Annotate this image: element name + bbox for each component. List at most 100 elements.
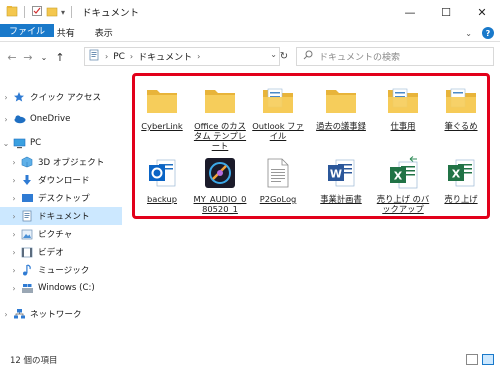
customize-toolbar-icon[interactable]: ▾ [61, 8, 65, 17]
file-item-backup[interactable]: backup [135, 155, 189, 204]
nav-item-downloads[interactable]: › ダウンロード [0, 171, 122, 189]
folder-icon [142, 82, 182, 118]
breadcrumb-documents[interactable]: ドキュメント [138, 50, 192, 63]
folder-window-icon [6, 5, 18, 20]
up-arrow-icon[interactable]: ↑ [52, 47, 68, 67]
file-name: Outlook ファイル [252, 121, 304, 141]
nav-item-music[interactable]: › ミュージック [0, 261, 122, 279]
expand-chevron-icon[interactable]: › [8, 284, 20, 293]
search-box[interactable]: ドキュメントの検索 [296, 47, 494, 66]
maximize-button[interactable]: ☐ [428, 0, 464, 24]
file-item-office-custom-templates[interactable]: Office のカスタム テンプレート [193, 82, 247, 151]
breadcrumb-separator-icon: › [105, 52, 109, 61]
file-item-cyberlink[interactable]: CyberLink [135, 82, 189, 131]
music-icon [20, 264, 34, 276]
file-name: backup [147, 194, 177, 204]
nav-item-label: OneDrive [30, 114, 71, 124]
nav-item-network[interactable]: › ネットワーク [0, 305, 122, 323]
nav-item-pictures[interactable]: › ピクチャ [0, 225, 122, 243]
outlook-file-icon [142, 155, 182, 191]
quick-access-toolbar: ▾ ドキュメント [0, 5, 139, 20]
video-icon [20, 246, 34, 258]
nav-item-label: PC [30, 138, 42, 148]
expand-chevron-icon[interactable]: › [8, 212, 20, 221]
nav-item-label: ビデオ [38, 248, 64, 258]
text-file-icon [258, 155, 298, 191]
star-icon [12, 91, 26, 103]
audio-app-icon [200, 155, 240, 191]
nav-item-label: ピクチャ [38, 230, 73, 240]
nav-item-label: ミュージック [38, 266, 90, 276]
nav-item-3d-objects[interactable]: › 3D オブジェクト [0, 153, 122, 171]
tab-file[interactable]: ファイル [0, 24, 54, 37]
documents-location-icon [89, 49, 100, 64]
properties-icon[interactable] [31, 5, 43, 20]
nav-item-windows-drive[interactable]: › Windows (C:) [0, 279, 122, 297]
file-name: Office のカスタム テンプレート [193, 121, 247, 151]
file-item-work[interactable]: 仕事用 [376, 82, 430, 131]
file-item-sales-backup[interactable]: X 売り上げ のバックアップ [376, 155, 430, 214]
expand-chevron-icon[interactable]: › [8, 266, 20, 275]
svg-text:X: X [394, 170, 403, 183]
file-item-business-plan[interactable]: W 事業計画書 [314, 155, 368, 204]
breadcrumb-pc[interactable]: PC [113, 52, 125, 62]
back-arrow-icon[interactable]: ← [4, 47, 20, 67]
new-folder-icon[interactable] [46, 5, 58, 20]
nav-item-quick-access[interactable]: › クイック アクセス [0, 88, 122, 106]
download-icon [20, 174, 34, 186]
file-item-p2golog[interactable]: P2GoLog [251, 155, 305, 204]
nav-item-label: ネットワーク [30, 310, 82, 320]
file-name: MY_AUDIO_080520_1 [193, 194, 247, 214]
svg-text:X: X [452, 168, 461, 181]
nav-item-videos[interactable]: › ビデオ [0, 243, 122, 261]
nav-item-label: Windows (C:) [38, 283, 95, 293]
expand-ribbon-icon[interactable]: ⌄ [465, 29, 472, 38]
refresh-icon[interactable]: ↻ [276, 47, 292, 66]
minimize-button[interactable]: — [392, 0, 428, 24]
expand-chevron-icon[interactable]: › [0, 115, 12, 124]
recent-locations-chevron-icon[interactable]: ⌄ [36, 47, 52, 67]
pc-icon [12, 137, 26, 149]
window-title: ドキュメント [82, 8, 140, 19]
nav-item-pc[interactable]: ⌄ PC [0, 134, 122, 152]
ribbon-tabs: ファイル ホーム 共有 表示 ⌄ ? [0, 24, 500, 42]
svg-text:W: W [330, 168, 342, 181]
details-view-icon[interactable] [466, 354, 478, 365]
nav-item-label: 3D オブジェクト [38, 158, 105, 168]
file-item-sales[interactable]: X 売り上げ [434, 155, 488, 204]
expand-chevron-icon[interactable]: › [8, 194, 20, 203]
large-icons-view-icon[interactable] [482, 354, 494, 365]
tab-view[interactable]: 表示 [85, 24, 123, 41]
expand-chevron-icon[interactable]: › [0, 93, 12, 102]
nav-item-label: クイック アクセス [30, 93, 102, 103]
nav-item-documents[interactable]: › ドキュメント [0, 207, 122, 225]
expand-chevron-icon[interactable]: › [8, 248, 20, 257]
folder-docs-icon [383, 82, 423, 118]
search-icon [303, 50, 313, 63]
help-icon[interactable]: ? [482, 27, 494, 39]
file-name: 売り上げ [444, 194, 478, 204]
close-button[interactable]: ✕ [464, 0, 500, 24]
nav-item-onedrive[interactable]: › OneDrive [0, 110, 122, 128]
expand-chevron-icon[interactable]: › [8, 158, 20, 167]
expand-chevron-icon[interactable]: › [8, 230, 20, 239]
folder-docs-icon [258, 82, 298, 118]
forward-arrow-icon[interactable]: → [20, 47, 36, 67]
folder-icon [321, 82, 361, 118]
address-bar[interactable]: › PC › ドキュメント › ⌄ [84, 47, 280, 66]
file-item-fudegurume[interactable]: 筆ぐるめ [434, 82, 488, 131]
title-bar: ▾ ドキュメント — ☐ ✕ [0, 0, 500, 24]
expand-chevron-icon[interactable]: › [0, 310, 12, 319]
expand-chevron-icon[interactable]: › [8, 176, 20, 185]
address-bar-row: ← → ⌄ ↑ › PC › ドキュメント › ⌄ ↻ ドキュメントの検索 [0, 43, 500, 71]
file-item-outlook-files[interactable]: Outlook ファイル [251, 82, 305, 141]
nav-item-desktop[interactable]: › デスクトップ [0, 189, 122, 207]
file-name: 筆ぐるめ [444, 121, 478, 131]
toolbar-divider [24, 6, 25, 18]
collapse-chevron-icon[interactable]: ⌄ [0, 139, 12, 148]
breadcrumb-separator-icon: › [197, 52, 201, 61]
file-item-past-minutes[interactable]: 過去の議事録 [314, 82, 368, 131]
ribbon-right-controls: ⌄ ? [465, 24, 494, 42]
pictures-icon [20, 228, 34, 240]
file-item-my-audio[interactable]: MY_AUDIO_080520_1 [193, 155, 247, 214]
